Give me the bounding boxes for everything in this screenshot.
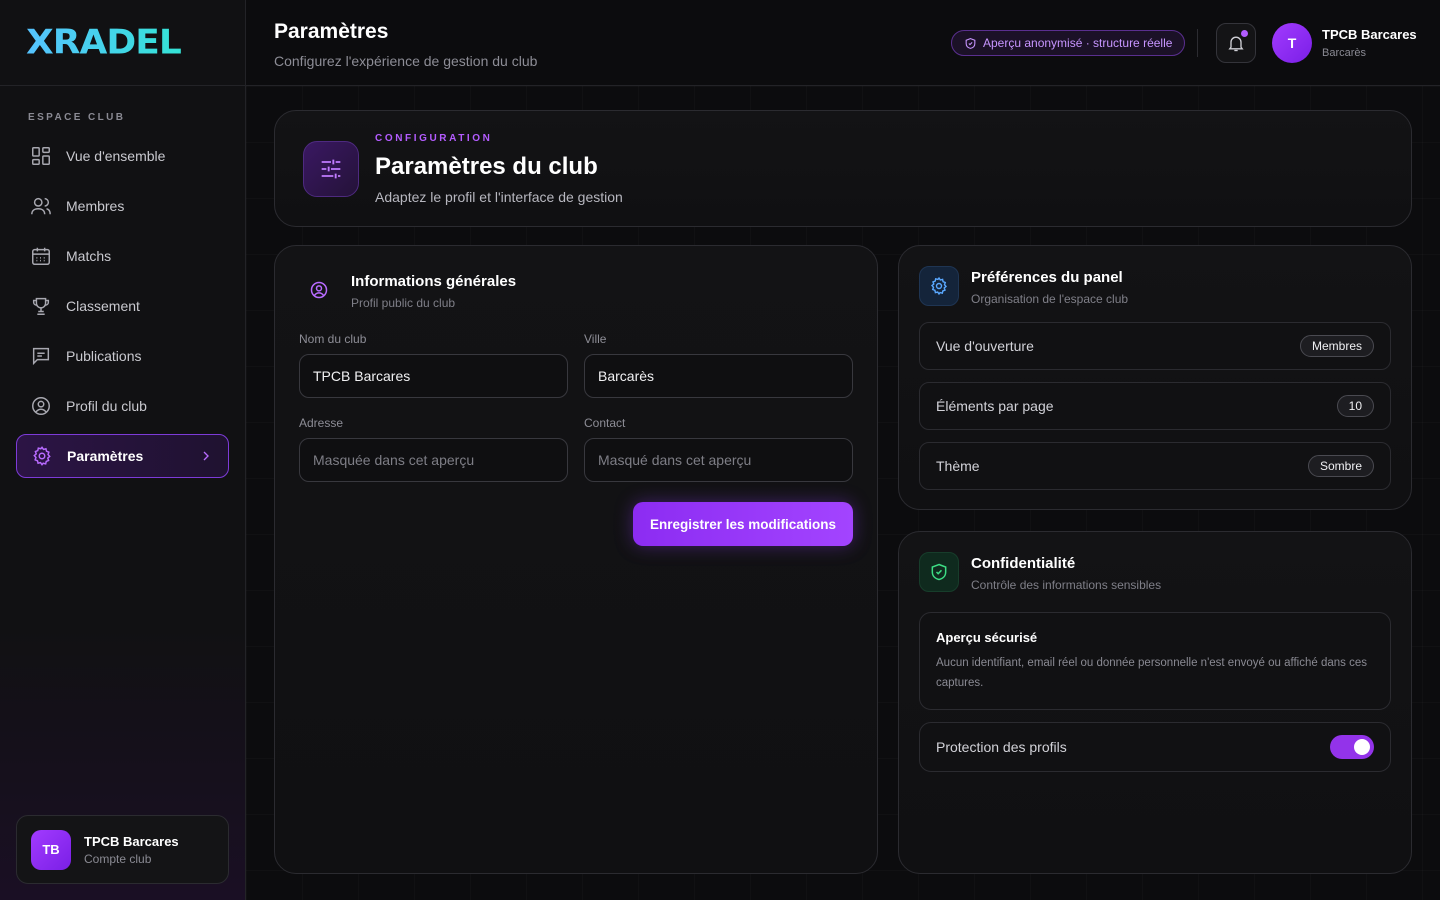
address-input[interactable] [299,438,568,482]
sliders-icon-box [303,141,359,197]
sidebar-item-members[interactable]: Membres [16,184,229,228]
hero-subtitle: Adaptez le profil et l'interface de gest… [375,189,623,205]
page-title: Paramètres [274,20,389,43]
club-name-input[interactable] [299,354,568,398]
shield-check-icon [931,563,947,581]
pref-label: Thème [936,458,980,474]
hero-title: Paramètres du club [375,153,598,180]
notifications-button[interactable] [1216,23,1256,63]
user-name[interactable]: TPCB Barcares [1322,27,1417,42]
account-card[interactable]: TB TPCB Barcares Compte club [16,815,229,884]
sidebar-item-label: Publications [66,348,142,364]
users-icon [31,197,51,215]
shield-icon-box [919,552,959,592]
gear-icon [931,276,947,296]
user-circle-icon-box [299,270,339,310]
account-subtitle: Compte club [84,851,152,866]
save-button[interactable]: Enregistrer les modifications [633,502,853,546]
logo-area: XRADEL [0,0,245,86]
contact-input[interactable] [584,438,853,482]
header-divider [1197,29,1198,57]
gear-icon [33,446,51,466]
main-content: CONFIGURATION Paramètres du club Adaptez… [246,86,1440,900]
general-info-title: Informations générales [351,273,517,290]
trophy-icon [32,297,50,315]
secure-preview-box: Aperçu sécurisé Aucun identifiant, email… [919,612,1391,710]
gear-icon-box [919,266,959,306]
sidebar-section-label: ESPACE CLUB [28,112,126,123]
pref-value-pill[interactable]: Membres [1299,335,1374,357]
sidebar-item-settings[interactable]: Paramètres [16,434,229,478]
sidebar-item-label: Classement [66,298,140,314]
sidebar-item-matches[interactable]: Matchs [16,234,229,278]
sidebar-item-publications[interactable]: Publications [16,334,229,378]
city-input[interactable] [584,354,853,398]
message-icon [32,347,50,366]
hero-eyebrow: CONFIGURATION [375,133,493,144]
sidebar-item-overview[interactable]: Vue d'ensemble [16,134,229,178]
shield-icon [965,37,976,49]
pref-row-items-per-page[interactable]: Éléments par page 10 [919,382,1391,430]
pref-row-theme[interactable]: Thème Sombre [919,442,1391,490]
contact-label: Contact [584,416,626,430]
panel-preferences-card: Préférences du panel Organisation de l'e… [898,245,1412,510]
sidebar-item-ranking[interactable]: Classement [16,284,229,328]
page-subtitle: Configurez l'expérience de gestion du cl… [274,53,538,69]
sidebar-nav: Vue d'ensemble Membres Matchs Classement… [16,134,229,484]
sidebar: XRADEL ESPACE CLUB Vue d'ensemble Membre… [0,0,246,900]
account-avatar: TB [31,829,71,870]
sidebar-item-label: Paramètres [67,448,144,464]
privacy-subtitle: Contrôle des informations sensibles [971,578,1162,592]
sidebar-item-label: Membres [66,198,125,214]
user-avatar[interactable]: T [1272,23,1312,63]
preferences-title: Préférences du panel [971,269,1123,286]
account-info: TPCB Barcares Compte club [84,834,179,866]
pref-label: Vue d'ouverture [936,338,1034,354]
top-header: Paramètres Configurez l'expérience de ge… [246,0,1440,86]
user-location: Barcarès [1322,47,1367,59]
brand-logo[interactable]: XRADEL [26,23,182,62]
club-name-label: Nom du club [299,332,367,346]
address-label: Adresse [299,416,344,430]
privacy-title: Confidentialité [971,555,1076,572]
calendar-icon [32,247,50,265]
user-circle-icon [310,281,328,299]
hero-card: CONFIGURATION Paramètres du club Adaptez… [274,110,1412,227]
pref-label: Éléments par page [936,398,1054,414]
profile-protection-toggle[interactable] [1330,735,1374,759]
sidebar-item-label: Matchs [66,248,112,264]
pref-row-opening-view[interactable]: Vue d'ouverture Membres [919,322,1391,370]
secure-preview-text: Aucun identifiant, email réel ou donnée … [936,657,1367,689]
notification-dot [1241,30,1248,37]
sliders-icon [321,159,341,179]
anonymized-badge-label: Aperçu anonymisé · structure réelle [983,36,1173,50]
user-circle-icon [32,397,50,415]
pref-value-pill[interactable]: Sombre [1307,455,1374,477]
profile-protection-row: Protection des profils [919,722,1391,772]
city-label: Ville [584,332,607,346]
sidebar-item-label: Vue d'ensemble [66,148,166,164]
toggle-knob [1354,739,1370,755]
profile-protection-label: Protection des profils [936,739,1067,755]
sidebar-item-label: Profil du club [66,398,147,414]
pref-value-pill[interactable]: 10 [1336,395,1374,417]
privacy-card: Confidentialité Contrôle des information… [898,531,1412,874]
anonymized-badge: Aperçu anonymisé · structure réelle [951,30,1186,56]
account-name: TPCB Barcares [84,833,179,849]
preferences-subtitle: Organisation de l'espace club [971,292,1129,306]
grid-icon [32,147,50,165]
sidebar-item-club-profile[interactable]: Profil du club [16,384,229,428]
chevron-right-icon [203,451,209,461]
secure-preview-title: Aperçu sécurisé [936,630,1038,645]
general-info-card: Informations générales Profil public du … [274,245,878,874]
general-info-subtitle: Profil public du club [351,296,456,310]
